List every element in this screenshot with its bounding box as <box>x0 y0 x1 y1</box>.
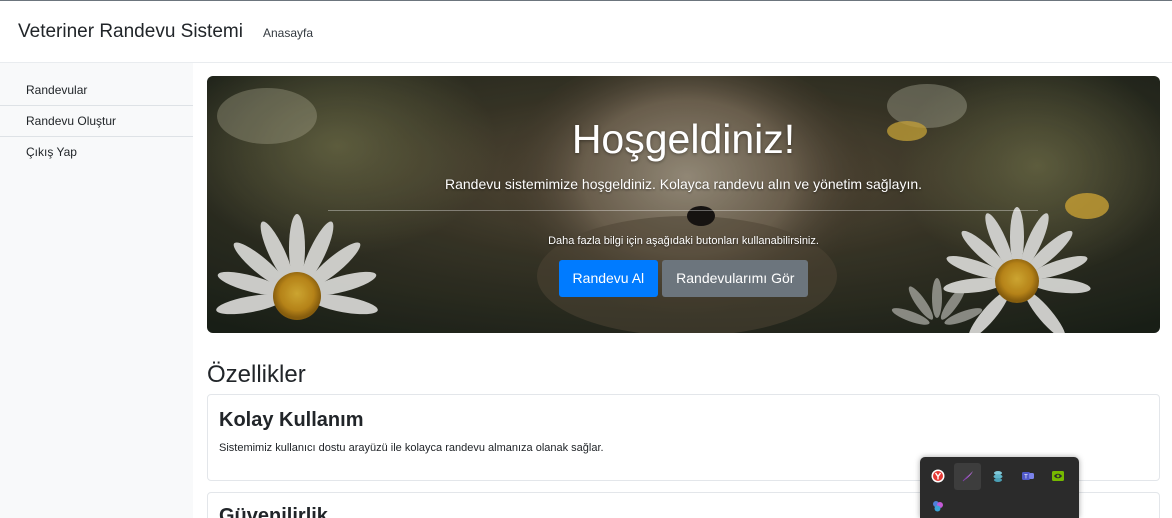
feather-app-icon[interactable] <box>961 469 975 483</box>
nav-link-home[interactable]: Anasayfa <box>263 26 313 40</box>
hero-info-text: Daha fazla bilgi için aşağıdaki butonlar… <box>548 235 819 247</box>
feature-card-title: Kolay Kullanım <box>219 409 364 431</box>
sidebar-item-logout[interactable]: Çıkış Yap <box>0 137 193 168</box>
teams-app-icon[interactable]: T <box>1021 469 1035 483</box>
hero-lead-text: Randevu sistemimize hoşgeldiniz. Kolayca… <box>444 176 923 192</box>
cloud-app-icon[interactable] <box>991 469 1005 483</box>
hero-title: Hoşgeldiniz! <box>571 116 796 162</box>
features-title: Özellikler <box>207 361 306 388</box>
sidebar-item-create-appointment[interactable]: Randevu Oluştur <box>0 106 193 137</box>
feature-card-text: Sistemimiz kullanıcı dostu arayüzü ile k… <box>219 442 604 454</box>
hero-divider <box>328 210 1038 211</box>
sidebar: Randevular Randevu Oluştur Çıkış Yap <box>0 63 193 518</box>
get-appointment-button[interactable]: Randevu Al <box>558 260 659 297</box>
nvidia-icon[interactable] <box>1051 469 1065 483</box>
system-tray-overflow: T <box>920 457 1079 518</box>
multi-app-icon[interactable] <box>931 499 945 513</box>
sidebar-list: Randevular Randevu Oluştur Çıkış Yap <box>0 75 193 168</box>
hero-button-row: Randevu Al Randevularımı Gör <box>207 260 1160 297</box>
view-appointments-button[interactable]: Randevularımı Gör <box>662 260 809 297</box>
hero-content: Hoşgeldiniz! Randevu sistemimize hoşgeld… <box>207 76 1160 333</box>
navbar: Veteriner Randevu Sistemi Anasayfa <box>0 1 1172 63</box>
yandex-browser-icon[interactable] <box>931 469 945 483</box>
sidebar-item-appointments[interactable]: Randevular <box>0 75 193 106</box>
hero-jumbotron: Hoşgeldiniz! Randevu sistemimize hoşgeld… <box>207 76 1160 333</box>
brand-link[interactable]: Veteriner Randevu Sistemi <box>18 21 243 43</box>
svg-text:T: T <box>1024 475 1028 481</box>
feature-card-title: Güvenilirlik <box>219 505 328 518</box>
